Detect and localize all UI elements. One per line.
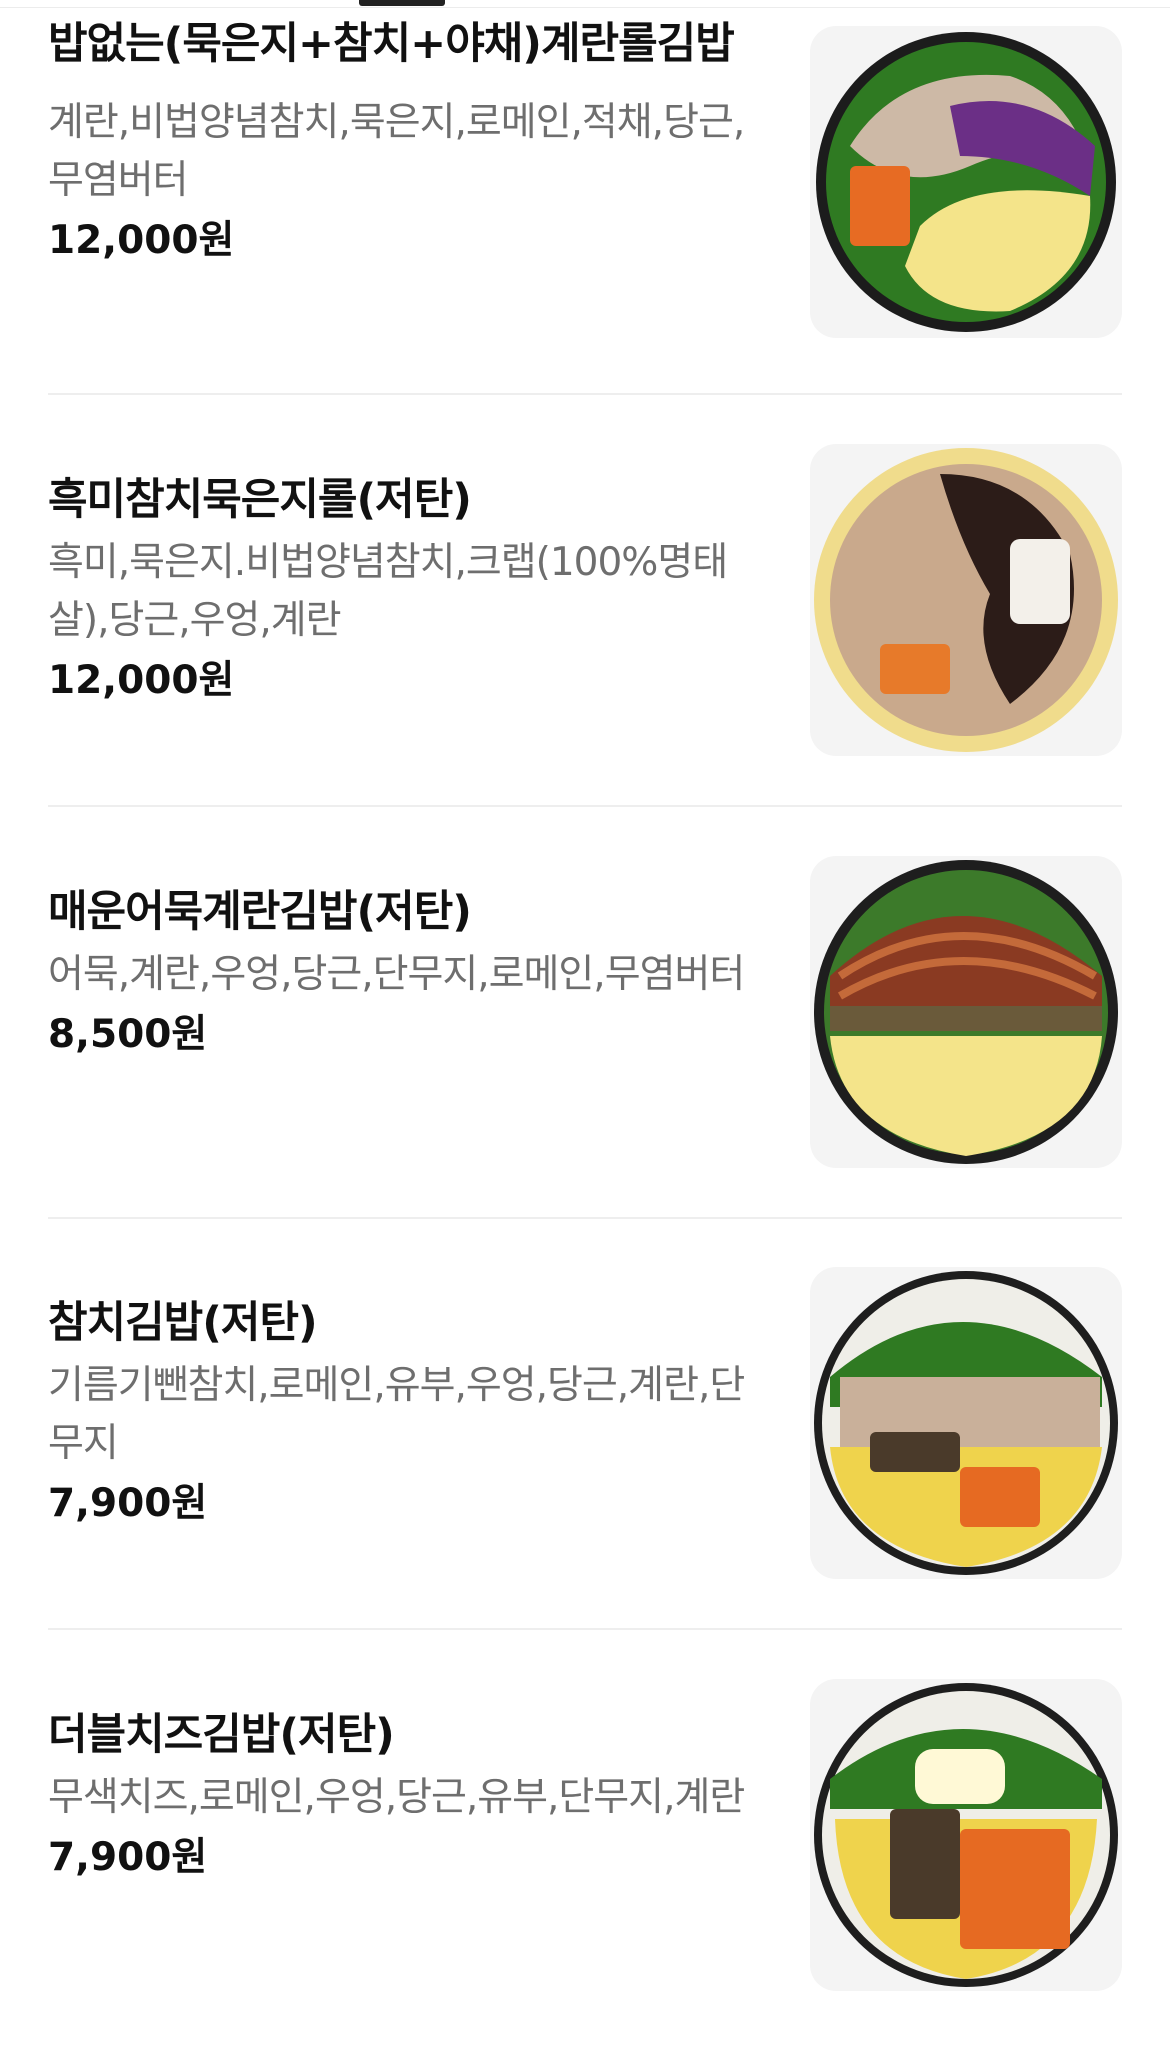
menu-item-ingredients: 무색치즈,로메인,우엉,당근,유부,단무지,계란 [48,1775,745,1820]
menu-item-price: 12,000원 [48,218,235,263]
kimbap-photo-icon[interactable] [810,1679,1122,1991]
menu-item-ingredients: 기름기뺀참치,로메인,유부,우엉,당근,계란,단무지 [48,1363,745,1466]
top-bar-line [0,0,1170,8]
menu-item-text: 더블치즈김밥(저탄) 무색치즈,로메인,우엉,당근,유부,단무지,계란 7,90… [48,1677,768,1887]
menu-item-name: 매운어묵계란김밥(저탄) [48,887,472,937]
active-tab-indicator [359,0,445,6]
menu-item-text: 밥없는(묵은지+참치+야채)계란롤김밥 계란,비법양념참치,묵은지,로메인,적채… [48,14,768,270]
menu-item-name: 더블치즈김밥(저탄) [48,1710,395,1760]
menu-item-text: 흑미참치묵은지롤(저탄) 흑미,묵은지.비법양념참치,크랩(100%명태살),당… [48,442,768,710]
menu-item-text: 참치김밥(저탄) 기름기뺀참치,로메인,유부,우엉,당근,계란,단무지 7,90… [48,1265,768,1533]
menu-item-name: 밥없는(묵은지+참치+야채)계란롤김밥 [48,19,735,69]
divider [48,805,1122,807]
menu-item[interactable]: 더블치즈김밥(저탄) 무색치즈,로메인,우엉,당근,유부,단무지,계란 7,90… [48,1677,1122,2072]
menu-item[interactable]: 흑미참치묵은지롤(저탄) 흑미,묵은지.비법양념참치,크랩(100%명태살),당… [48,442,1122,837]
menu-item[interactable]: 참치김밥(저탄) 기름기뺀참치,로메인,유부,우엉,당근,계란,단무지 7,90… [48,1265,1122,1660]
kimbap-photo-icon[interactable] [810,26,1122,338]
divider [48,1217,1122,1219]
kimbap-photo-icon[interactable] [810,856,1122,1168]
menu-item-name: 흑미참치묵은지롤(저탄) [48,475,472,525]
menu-item[interactable]: 매운어묵계란김밥(저탄) 어묵,계란,우엉,당근,단무지,로메인,무염버터 8,… [48,854,1122,1249]
divider [48,393,1122,395]
menu-item-ingredients: 어묵,계란,우엉,당근,단무지,로메인,무염버터 [48,952,745,997]
menu-item-price: 8,500원 [48,1012,208,1057]
menu-item-text: 매운어묵계란김밥(저탄) 어묵,계란,우엉,당근,단무지,로메인,무염버터 8,… [48,854,768,1064]
menu-item-price: 12,000원 [48,658,235,703]
menu-item-ingredients: 흑미,묵은지.비법양념참치,크랩(100%명태살),당근,우엉,계란 [48,540,728,643]
menu-item-ingredients: 계란,비법양념참치,묵은지,로메인,적채,당근,무염버터 [48,100,745,203]
menu-item-name: 참치김밥(저탄) [48,1298,318,1348]
menu-item-price: 7,900원 [48,1481,208,1526]
menu-item-price: 7,900원 [48,1835,208,1880]
menu-item[interactable]: 밥없는(묵은지+참치+야채)계란롤김밥 계란,비법양념참치,묵은지,로메인,적채… [48,14,1122,409]
kimbap-photo-icon[interactable] [810,444,1122,756]
divider [48,1628,1122,1630]
kimbap-photo-icon[interactable] [810,1267,1122,1579]
